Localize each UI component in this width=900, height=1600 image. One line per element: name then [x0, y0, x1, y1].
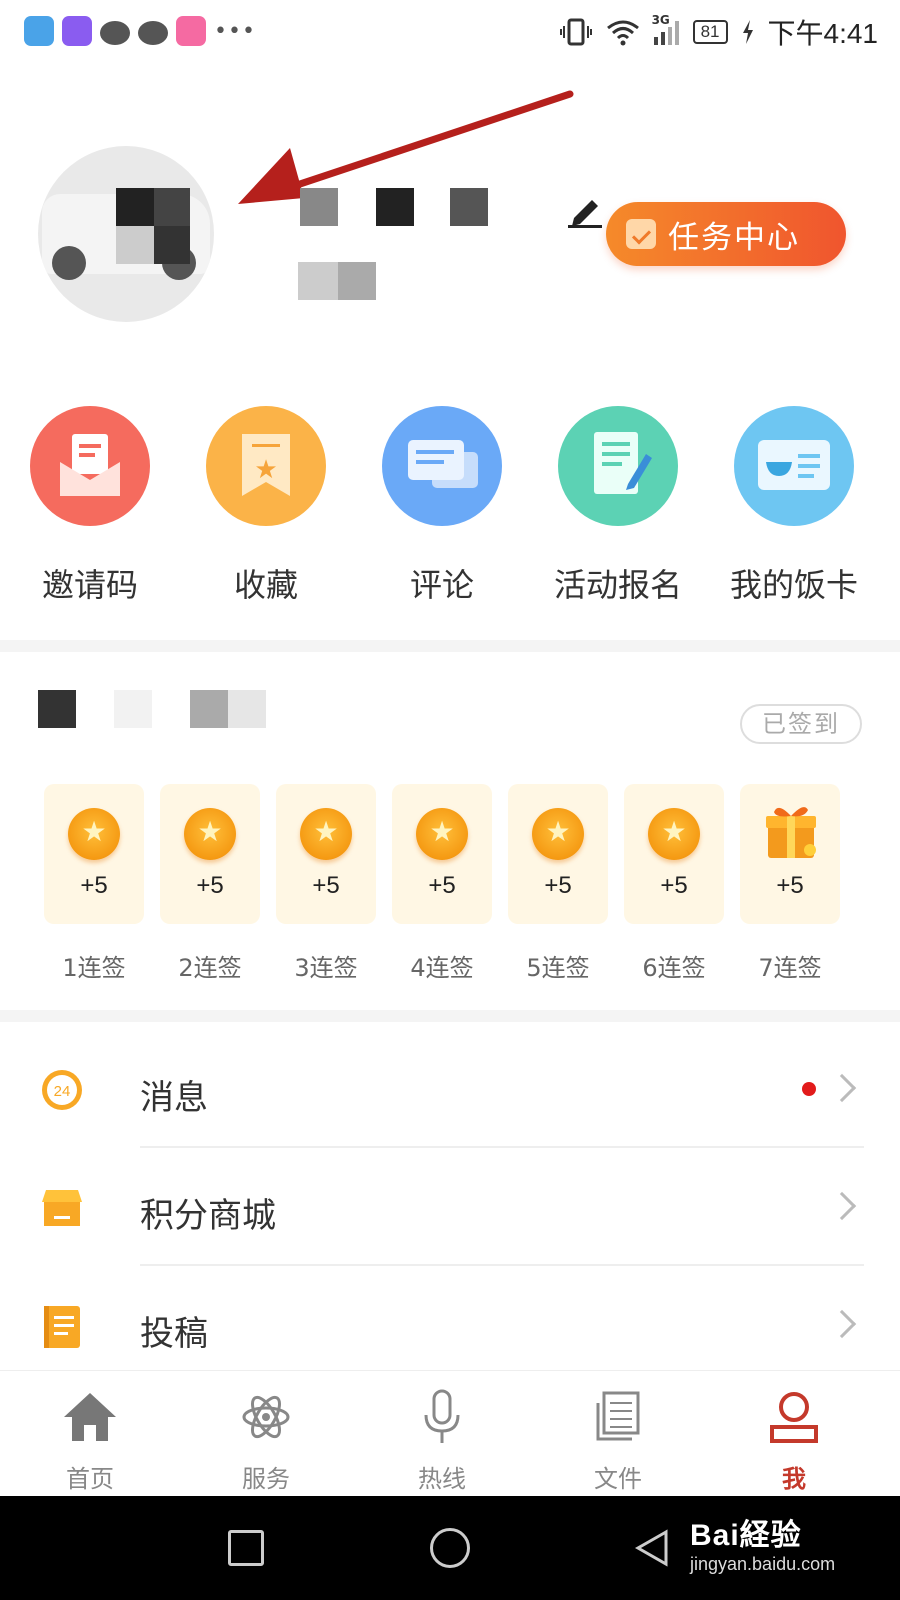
section-divider — [0, 1010, 900, 1022]
tab-hotline[interactable]: 热线 — [352, 1371, 532, 1497]
more-notifications-icon: ••• — [214, 18, 256, 44]
tab-services[interactable]: 服务 — [176, 1371, 356, 1497]
coin-icon — [300, 808, 352, 860]
battery-level: 81 — [692, 20, 728, 44]
wifi-icon — [606, 20, 639, 46]
document-icon — [44, 1306, 80, 1348]
gift-icon — [766, 807, 816, 858]
message-icon — [100, 20, 130, 45]
home-button[interactable] — [430, 1528, 470, 1568]
checkin-day-6: +5 6连签 — [624, 784, 724, 983]
store-icon — [42, 1190, 82, 1226]
chat-bubbles-icon — [382, 406, 502, 526]
coin-icon — [68, 808, 120, 860]
tab-me[interactable]: 我 — [704, 1371, 884, 1497]
clock: 下午4:41 — [767, 18, 879, 49]
signed-in-badge: 已签到 — [740, 704, 862, 744]
svg-text:24: 24 — [54, 1083, 71, 1100]
username-redacted — [300, 188, 500, 228]
tab-files[interactable]: 文件 — [528, 1371, 708, 1497]
app-notification-icon — [24, 16, 54, 46]
signal-icon: 3G — [652, 13, 679, 45]
files-icon — [596, 1391, 640, 1441]
shortcut-grid: 邀请码 ★ 收藏 评论 活动报名 我的饭卡 — [0, 406, 900, 606]
chevron-right-icon — [827, 1191, 857, 1221]
avatar[interactable] — [38, 146, 214, 322]
calendar-check-icon — [626, 219, 656, 249]
atom-icon — [242, 1395, 290, 1439]
menu-item-points-mall[interactable]: 积分商城 — [0, 1148, 900, 1266]
checkin-day-2: +5 2连签 — [160, 784, 260, 983]
menu-item-submit[interactable]: 投稿 — [0, 1266, 900, 1384]
shortcut-comments[interactable]: 评论 — [352, 406, 532, 606]
tab-home[interactable]: 首页 — [0, 1371, 180, 1497]
app-notification-icon — [62, 16, 92, 46]
section-divider — [0, 640, 900, 652]
microphone-icon — [424, 1389, 460, 1443]
coin-icon — [532, 808, 584, 860]
notification-icons: ••• — [24, 16, 256, 46]
coin-icon — [648, 808, 700, 860]
user-info-redacted — [298, 262, 378, 302]
task-center-button[interactable]: 任务中心 — [606, 202, 846, 266]
checkin-day-5: +5 5连签 — [508, 784, 608, 983]
baidu-jingyan-watermark: Bai経验 jingyan.baidu.com — [690, 1519, 836, 1574]
charging-icon — [742, 20, 753, 44]
chevron-right-icon — [827, 1073, 857, 1103]
shortcut-event-signup[interactable]: 活动报名 — [528, 406, 708, 606]
meal-card-icon — [734, 406, 854, 526]
status-bar: ••• 3G 81 下午4:41 — [0, 0, 900, 62]
edit-pencil-icon[interactable] — [566, 192, 604, 228]
unread-dot — [802, 1082, 816, 1096]
shortcut-invite-code[interactable]: 邀请码 — [0, 406, 180, 606]
svg-text:★: ★ — [254, 455, 277, 485]
checkin-day-4: +5 4连签 — [392, 784, 492, 983]
invite-envelope-icon — [30, 406, 150, 526]
coin-icon — [184, 808, 236, 860]
system-navigation-bar: Bai経验 jingyan.baidu.com — [0, 1496, 900, 1600]
clock-24-icon: 24 — [42, 1070, 82, 1110]
checkin-title-redacted — [38, 690, 278, 730]
bottom-tab-bar: 首页 服务 热线 文件 我 — [0, 1370, 900, 1496]
recent-apps-button[interactable] — [228, 1530, 264, 1566]
menu-item-messages[interactable]: 24 消息 — [0, 1030, 900, 1148]
coin-icon — [416, 808, 468, 860]
wechat-icon — [138, 20, 168, 45]
checkin-day-3: +5 3连签 — [276, 784, 376, 983]
shortcut-favorites[interactable]: ★ 收藏 — [176, 406, 356, 606]
bookmark-star-icon: ★ — [206, 406, 326, 526]
user-icon — [770, 1392, 818, 1443]
vibrate-icon — [559, 18, 592, 46]
back-button[interactable] — [632, 1528, 672, 1568]
app-notification-icon — [176, 16, 206, 46]
chevron-right-icon — [827, 1309, 857, 1339]
checkin-day-1: +5 1连签 — [44, 784, 144, 983]
signup-form-icon — [558, 406, 678, 526]
checkin-day-7: +5 7连签 — [740, 784, 840, 983]
checkin-streak: +5 1连签 +5 2连签 +5 3连签 +5 4连签 +5 5连签 +5 6连… — [0, 784, 900, 984]
home-icon — [64, 1393, 116, 1441]
shortcut-meal-card[interactable]: 我的饭卡 — [704, 406, 884, 606]
